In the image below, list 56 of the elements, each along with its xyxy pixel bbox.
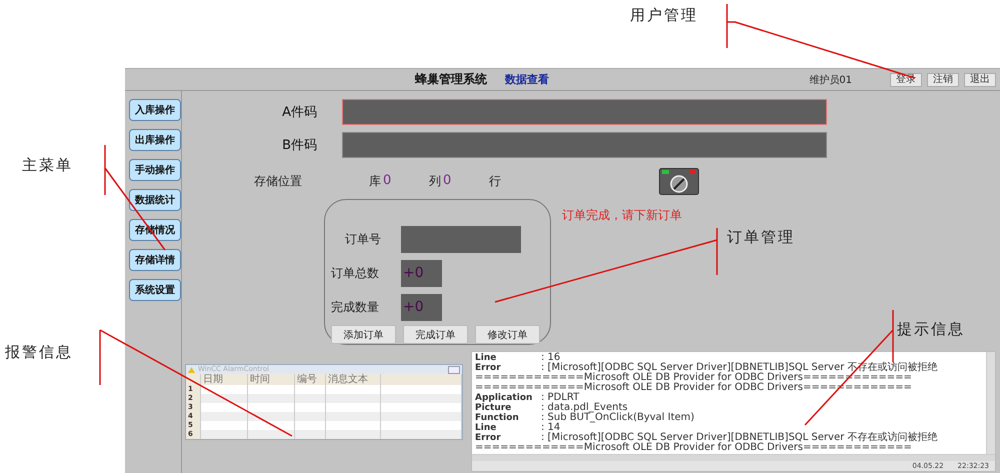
annotation-label: 用户管理: [630, 6, 698, 25]
code-label: A件码: [281, 104, 318, 121]
code-field[interactable]: [342, 132, 827, 158]
message-key: Application: [475, 393, 541, 403]
message-value: : data.pdl_Events: [541, 403, 628, 413]
message-key: Line: [475, 353, 541, 363]
message-key: Error: [475, 363, 541, 373]
menu-button[interactable]: 数据统计: [129, 189, 181, 211]
user-button[interactable]: 退出: [964, 72, 996, 86]
data-view-link[interactable]: 数据查看: [505, 72, 549, 87]
order-field[interactable]: [401, 226, 521, 253]
message-key: Error: [475, 433, 541, 443]
user-name: 维护员01: [809, 74, 852, 86]
message-value: : [Microsoft][ODBC SQL Server Driver][DBNETLIB]SQL Server 不存在或访问被拒绝: [541, 433, 938, 443]
storage-unit: 行: [489, 172, 501, 190]
storage-unit: 库: [369, 172, 381, 190]
annotation-label: 报警信息: [5, 343, 73, 362]
annotation-label: 提示信息: [897, 320, 965, 339]
column-header: 编号: [294, 374, 326, 385]
dial-switch-icon[interactable]: [659, 168, 699, 194]
message-value: : 16: [541, 353, 560, 363]
menu-button[interactable]: 出库操作: [129, 129, 181, 151]
app-title: 蜂巢管理系统: [415, 71, 487, 88]
message-key: Line: [475, 423, 541, 433]
menu-button[interactable]: 手动操作: [129, 159, 181, 181]
column-header: 日期: [200, 374, 248, 385]
annotation-label: 主菜单: [22, 156, 73, 175]
message-separator: =============Microsoft OLE DB Provider for ODBC Drivers=============: [475, 443, 912, 453]
order-button[interactable]: 添加订单: [331, 325, 396, 344]
code-label: B件码: [281, 137, 318, 154]
order-button[interactable]: 修改订单: [475, 325, 540, 344]
order-label: 订单号: [344, 231, 382, 248]
storage-value: 0: [443, 172, 452, 190]
code-field[interactable]: [342, 99, 827, 125]
storage-unit: 列: [429, 172, 441, 190]
column-header: 消息文本: [326, 374, 380, 385]
horizontal-scrollbar[interactable]: [472, 454, 995, 461]
menu-button[interactable]: 入库操作: [129, 99, 181, 121]
window-button[interactable]: [448, 366, 460, 374]
storage-value: 0: [383, 172, 392, 190]
order-button[interactable]: 完成订单: [403, 325, 468, 344]
notice-text: 订单完成，请下新订单: [562, 207, 682, 224]
message-key: Picture: [475, 403, 541, 413]
annotation-label: 订单管理: [727, 228, 795, 247]
user-button[interactable]: 注销: [927, 72, 959, 86]
order-label: 订单总数: [331, 265, 380, 282]
menu-button[interactable]: 存储详情: [129, 249, 181, 271]
order-label: 完成数量: [331, 299, 380, 316]
column-header: 时间: [248, 374, 294, 385]
vertical-scrollbar[interactable]: [986, 352, 995, 454]
message-value: : Sub BUT_OnClick(Byval Item): [541, 413, 694, 423]
menu-button[interactable]: 系统设置: [129, 279, 181, 301]
message-value: : 14: [541, 423, 560, 433]
message-key: Function: [475, 413, 541, 423]
message-value: : PDLRT: [541, 393, 580, 403]
storage-label: 存储位置: [254, 172, 303, 190]
